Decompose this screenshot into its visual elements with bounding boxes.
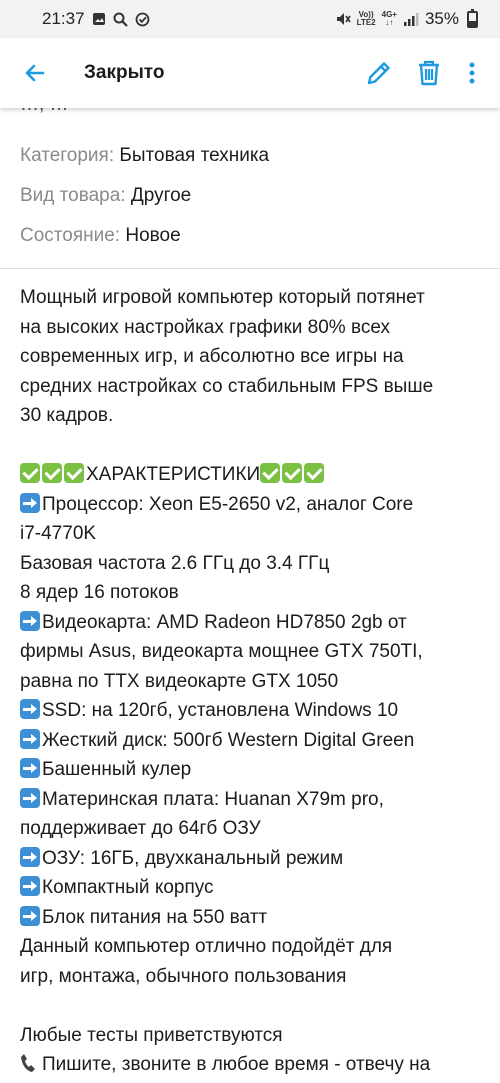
- right-arrow-icon: [20, 787, 40, 808]
- battery-icon: [467, 8, 478, 28]
- check-mark-icon: [282, 463, 303, 483]
- spec-line: равна по ТТХ видеокарте GTX 1050: [20, 667, 480, 697]
- attribute-key: Категория:: [20, 145, 115, 166]
- spec-line: 8 ядер 16 потоков: [20, 578, 480, 608]
- more-vertical-icon: [469, 62, 475, 84]
- description-line: Мощный игровой компьютер который потянет: [20, 287, 425, 308]
- volte-indicator: Vo)) LTE2: [357, 11, 376, 27]
- attribute-key: Вид товара:: [20, 185, 126, 206]
- status-right: Vo)) LTE2 4G+ ↓↑ 35%: [335, 8, 478, 29]
- attribute-row: Вид товара: Другое: [20, 176, 480, 216]
- cut-off-text: …, …: [20, 108, 69, 116]
- delete-button[interactable]: [408, 52, 450, 94]
- search-notification-icon: [113, 11, 129, 27]
- specs-header: ХАРАКТЕРИСТИКИ: [20, 460, 480, 490]
- right-arrow-icon: [20, 492, 40, 513]
- spec-line: Материнская плата: Huanan X79m pro,: [20, 785, 480, 815]
- description-line: на высоких настройках графики 80% всех: [20, 316, 391, 338]
- spec-text: SSD: на 120гб, установлена Windows 10: [42, 700, 399, 721]
- spec-text: 8 ядер 16 потоков: [20, 582, 179, 603]
- spec-text: Блок питания на 550 ватт: [42, 906, 268, 928]
- spec-line: Процессор: Xeon E5-2650 v2, аналог Core: [20, 490, 480, 520]
- contact-text: Пишите, звоните в любое время - отвечу н…: [42, 1054, 431, 1075]
- right-arrow-icon: [20, 876, 40, 896]
- lte-label: LTE2: [356, 18, 376, 27]
- right-arrow-icon: [20, 728, 40, 749]
- data-arrows-icon: ↓↑: [385, 18, 394, 27]
- status-time: 21:37: [42, 9, 85, 28]
- spec-line: Башенный кулер: [20, 755, 480, 785]
- back-arrow-icon: [25, 64, 45, 82]
- spec-line: Видеокарта: AMD Radeon HD7850 2gb от: [20, 608, 480, 638]
- attribute-row: Категория: Бытовая техника: [20, 136, 480, 176]
- description-line: Данный компьютер отлично подойдёт для: [20, 936, 393, 957]
- spec-text: Компактный корпус: [42, 877, 214, 898]
- mute-icon: [335, 11, 351, 27]
- battery-percent: 35%: [424, 9, 459, 28]
- spec-text: Процессор: Xeon E5-2650 v2, аналог Core: [42, 493, 414, 515]
- check-circle-notification-icon: [135, 11, 151, 27]
- check-mark-icon: [260, 463, 281, 483]
- attribute-value: Бытовая техника: [119, 145, 270, 166]
- page-title: Закрыто: [84, 62, 165, 83]
- description-line: игр, монтажа, обычного пользования: [20, 965, 347, 987]
- spec-text: Жесткий диск: 500гб Western Digital Gree…: [42, 729, 415, 751]
- attributes-list: Категория: Бытовая техника Вид товара: Др…: [0, 108, 500, 266]
- spec-text: равна по ТТХ видеокарте GTX 1050: [20, 670, 339, 692]
- right-arrow-icon: [20, 699, 40, 719]
- spec-line: Жесткий диск: 500гб Western Digital Gree…: [20, 726, 480, 756]
- check-mark-icon: [304, 463, 325, 483]
- specs-header-label: ХАРАКТЕРИСТИКИ: [86, 464, 261, 485]
- signal-icon: [403, 11, 419, 27]
- check-mark-icon: [20, 463, 40, 483]
- edit-pencil-icon: [367, 62, 390, 85]
- description-line: современных игр, и абсолютно все игры на: [20, 346, 404, 367]
- edit-button[interactable]: [358, 52, 400, 94]
- contact-line: Пишите, звоните в любое время - отвечу н…: [20, 1050, 480, 1080]
- attribute-key: Состояние:: [20, 225, 121, 246]
- spec-line: поддерживает до 64гб ОЗУ: [20, 814, 480, 844]
- data-indicator: 4G+ ↓↑: [382, 11, 397, 27]
- check-mark-icon: [42, 463, 62, 483]
- status-left: 21:37: [42, 9, 151, 29]
- description-line: средних настройках со стабильным FPS выш…: [20, 375, 434, 397]
- right-arrow-icon: [20, 846, 40, 867]
- app-bar: Закрыто: [0, 38, 500, 108]
- spec-text: Башенный кулер: [42, 759, 192, 780]
- spec-text: поддерживает до 64гб ОЗУ: [20, 818, 261, 839]
- more-options-button[interactable]: [458, 52, 486, 94]
- attribute-row: Состояние: Новое: [20, 216, 480, 256]
- spec-line: Блок питания на 550 ватт: [20, 903, 480, 933]
- trash-icon: [419, 60, 439, 86]
- right-arrow-icon: [20, 905, 40, 926]
- spec-line: i7-4770K: [20, 519, 480, 549]
- spec-text: Видеокарта: AMD Radeon HD7850 2gb от: [42, 611, 407, 633]
- tests-line: Любые тесты приветствуются: [20, 1024, 283, 1046]
- attribute-value: Другое: [130, 185, 192, 206]
- description: Мощный игровой компьютер который потянет…: [0, 269, 500, 1080]
- listing-content[interactable]: …, … Категория: Бытовая техникаВид товар…: [0, 108, 500, 1083]
- right-arrow-icon: [20, 758, 40, 778]
- status-bar: 21:37 Vo)) LTE2 4G+ ↓↑ 35%: [0, 0, 500, 38]
- spec-line: фирмы Asus, видеокарта мощнее GTX 750TI,: [20, 637, 480, 667]
- back-button[interactable]: [20, 58, 50, 88]
- attribute-value: Новое: [125, 225, 181, 246]
- spec-text: фирмы Asus, видеокарта мощнее GTX 750TI,: [20, 641, 423, 662]
- spec-line: Компактный корпус: [20, 873, 480, 903]
- spec-text: i7-4770K: [20, 523, 97, 544]
- check-mark-icon: [64, 463, 84, 483]
- spec-text: Базовая частота 2.6 ГГц до 3.4 ГГц: [20, 552, 330, 574]
- spec-line: SSD: на 120гб, установлена Windows 10: [20, 696, 480, 726]
- right-arrow-icon: [20, 610, 40, 631]
- spec-text: Материнская плата: Huanan X79m pro,: [42, 788, 384, 810]
- spec-text: ОЗУ: 16ГБ, двухканальный режим: [42, 847, 344, 869]
- spec-line: ОЗУ: 16ГБ, двухканальный режим: [20, 844, 480, 874]
- battery-fill: [469, 20, 476, 26]
- spec-line: Базовая частота 2.6 ГГц до 3.4 ГГц: [20, 549, 480, 579]
- description-line: 30 кадров.: [20, 405, 114, 426]
- image-notification-icon: [91, 11, 107, 27]
- phone-icon: [20, 1053, 36, 1073]
